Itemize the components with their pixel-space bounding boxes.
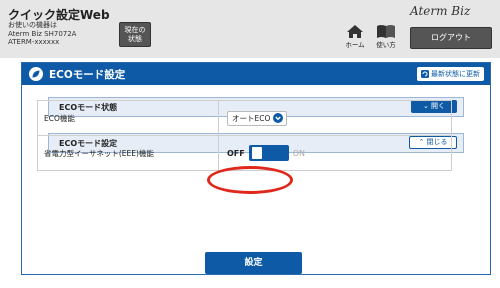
home-nav[interactable]: ホーム xyxy=(340,24,370,49)
eco-function-select[interactable]: オートECO xyxy=(227,110,288,126)
book-icon xyxy=(377,25,395,38)
help-label: 使い方 xyxy=(376,41,396,49)
brand-logo: Aterm Biz xyxy=(410,4,471,18)
leaf-icon xyxy=(29,67,43,81)
toggle-off-label: OFF xyxy=(227,148,245,158)
highlight-ellipse xyxy=(207,166,293,194)
device-info-line: お使いの機器は xyxy=(8,21,57,29)
apply-button[interactable]: 設定 xyxy=(205,252,302,274)
settings-table: ECO機能 オートECO 省電力型イーサネット(EEE)機能 OFF ON xyxy=(37,100,452,171)
home-icon xyxy=(347,25,363,38)
device-info: お使いの機器は Aterm Biz SH7072A ATERM-xxxxxx xyxy=(8,21,76,47)
device-id: ATERM-xxxxxx xyxy=(8,38,60,47)
header-bar: クイック設定Web お使いの機器は Aterm Biz SH7072A ATER… xyxy=(0,0,500,58)
eco-function-value: オートECO xyxy=(232,113,271,123)
toggle-knob xyxy=(251,147,262,159)
chevron-down-icon xyxy=(273,113,284,123)
panel-title: ECOモード設定 xyxy=(49,69,126,81)
logout-button[interactable]: ログアウト xyxy=(410,27,492,49)
home-label: ホーム xyxy=(345,41,365,49)
help-nav[interactable]: 使い方 xyxy=(371,24,401,49)
toggle-on-label: ON xyxy=(292,148,306,158)
refresh-button[interactable]: 最新状態に更新 xyxy=(417,67,484,81)
current-status-label-2: 状態 xyxy=(128,35,142,43)
eco-function-cell: オートECO xyxy=(218,100,452,136)
refresh-icon xyxy=(421,70,429,78)
eco-function-label: ECO機能 xyxy=(37,100,219,136)
device-model: Aterm Biz SH7072A xyxy=(8,29,77,38)
toggle-switch[interactable] xyxy=(248,145,289,161)
table-row: ECO機能 オートECO xyxy=(37,100,452,136)
current-status-label-1: 現在の xyxy=(124,26,146,34)
eee-toggle[interactable]: OFF ON xyxy=(227,145,305,161)
eee-label: 省電力型イーサネット(EEE)機能 xyxy=(37,135,219,171)
current-status-button[interactable]: 現在の 状態 xyxy=(119,22,151,47)
panel-header: ECOモード設定 最新状態に更新 xyxy=(22,63,490,85)
refresh-label: 最新状態に更新 xyxy=(431,70,480,78)
